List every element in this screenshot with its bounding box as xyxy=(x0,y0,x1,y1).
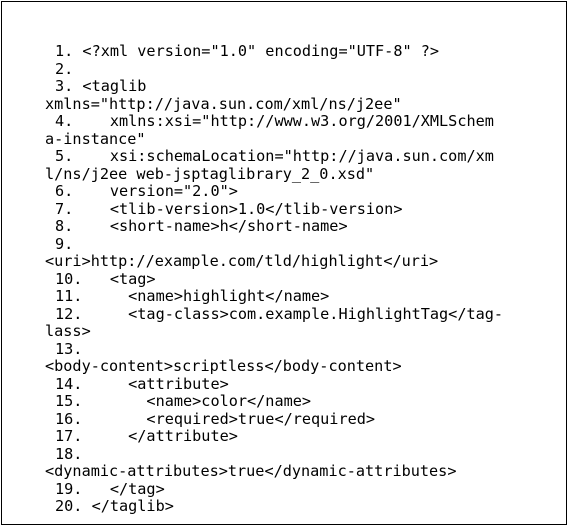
code-line: 12. <tag-class>com.example.HighlightTag<… xyxy=(55,304,504,323)
code-line: 16. <required>true</required> xyxy=(55,409,376,428)
document-frame: 1. <?xml version="1.0" encoding="UTF-8" … xyxy=(1,1,567,525)
code-line: 13. xyxy=(55,339,83,358)
code-line: 6. version="2.0"> xyxy=(55,182,238,200)
code-line: 7. <tlib-version>1.0</tlib-version> xyxy=(55,199,403,218)
code-line: 3. <taglib xyxy=(55,77,147,95)
code-line: 20. </taglib> xyxy=(55,497,174,515)
code-line: 4. xmlns:xsi="http://www.w3.org/2001/XML… xyxy=(55,112,494,130)
code-line: 8. <short-name>h</short-name> xyxy=(55,217,348,235)
code-line: 10. <tag> xyxy=(55,269,156,288)
code-line: 5. xsi:schemaLocation="http://java.sun.c… xyxy=(55,147,494,165)
code-line: xmlns="http://java.sun.com/xml/ns/j2ee" xyxy=(45,94,402,113)
code-line: 11. <name>highlight</name> xyxy=(55,287,330,305)
code-line: <body-content>scriptless</body-content> xyxy=(45,357,402,375)
code-line: 9. xyxy=(55,234,74,253)
code-listing: 1. <?xml version="1.0" encoding="UTF-8" … xyxy=(45,42,570,516)
code-line: 18. xyxy=(55,444,83,463)
code-line: 15. <name>color</name> xyxy=(55,392,312,410)
code-line: a-instance" xyxy=(45,129,146,148)
code-line: l/ns/j2ee web-jsptaglibrary_2_0.xsd" xyxy=(45,164,375,183)
code-line: lass> xyxy=(45,322,91,340)
code-line: 19. </tag> xyxy=(55,479,165,498)
code-line: 2. xyxy=(55,59,74,78)
code-line: 14. <attribute> xyxy=(55,374,229,393)
code-line: 17. </attribute> xyxy=(55,427,238,445)
code-line: <dynamic-attributes>true</dynamic-attrib… xyxy=(45,462,457,480)
code-line: 1. <?xml version="1.0" encoding="UTF-8" … xyxy=(55,42,440,60)
code-line: <uri>http://example.com/tld/highlight</u… xyxy=(45,252,439,270)
